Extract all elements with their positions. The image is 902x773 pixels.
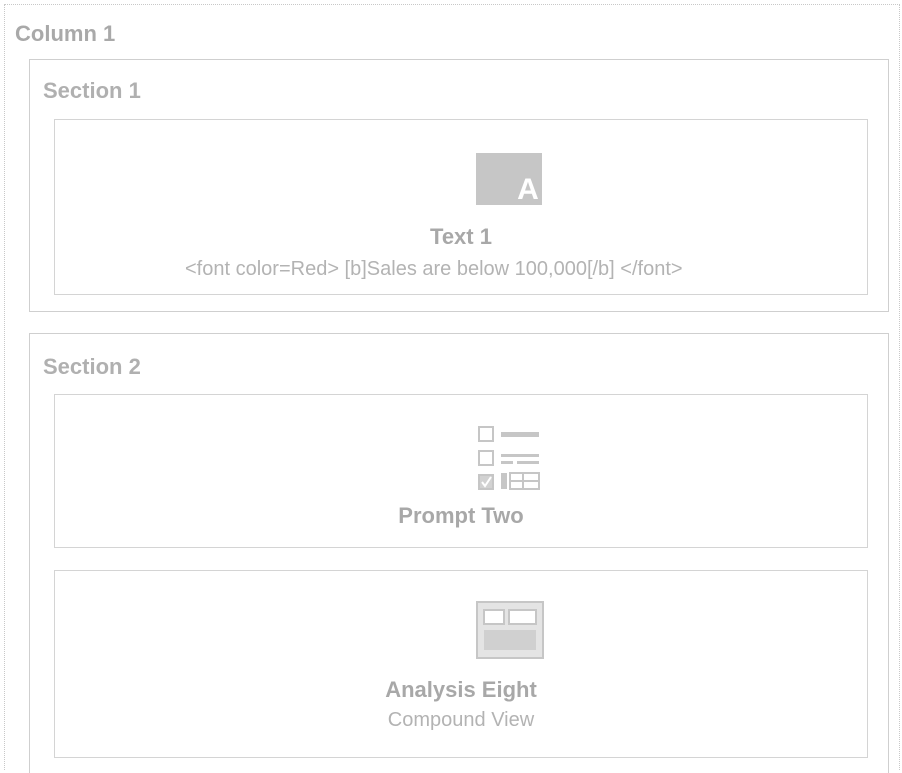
analysis-card[interactable]: Analysis Eight Compound View xyxy=(54,570,868,758)
prompt-icon xyxy=(478,426,540,490)
column-1: Column 1 Section 1 A Text 1 <font color=… xyxy=(4,4,900,773)
column-title: Column 1 xyxy=(15,21,116,46)
section-1[interactable]: Section 1 A Text 1 <font color=Red> [b]S… xyxy=(29,59,889,312)
section-2[interactable]: Section 2 Prompt Two Analysis Eight Comp… xyxy=(29,333,889,773)
card-title: Text 1 xyxy=(430,224,492,249)
text-view-card[interactable]: A Text 1 <font color=Red> [b]Sales are b… xyxy=(54,119,868,295)
prompt-card[interactable]: Prompt Two xyxy=(54,394,868,548)
card-title: Prompt Two xyxy=(398,503,524,528)
section-title: Section 1 xyxy=(43,78,141,103)
compound-view-icon xyxy=(476,601,544,659)
text-icon: A xyxy=(476,153,542,205)
card-title: Analysis Eight xyxy=(385,677,537,702)
text-icon-letter: A xyxy=(517,173,539,205)
card-subtitle: <font color=Red> [b]Sales are below 100,… xyxy=(185,258,683,280)
section-title: Section 2 xyxy=(43,354,141,379)
card-subtitle: Compound View xyxy=(387,709,535,731)
